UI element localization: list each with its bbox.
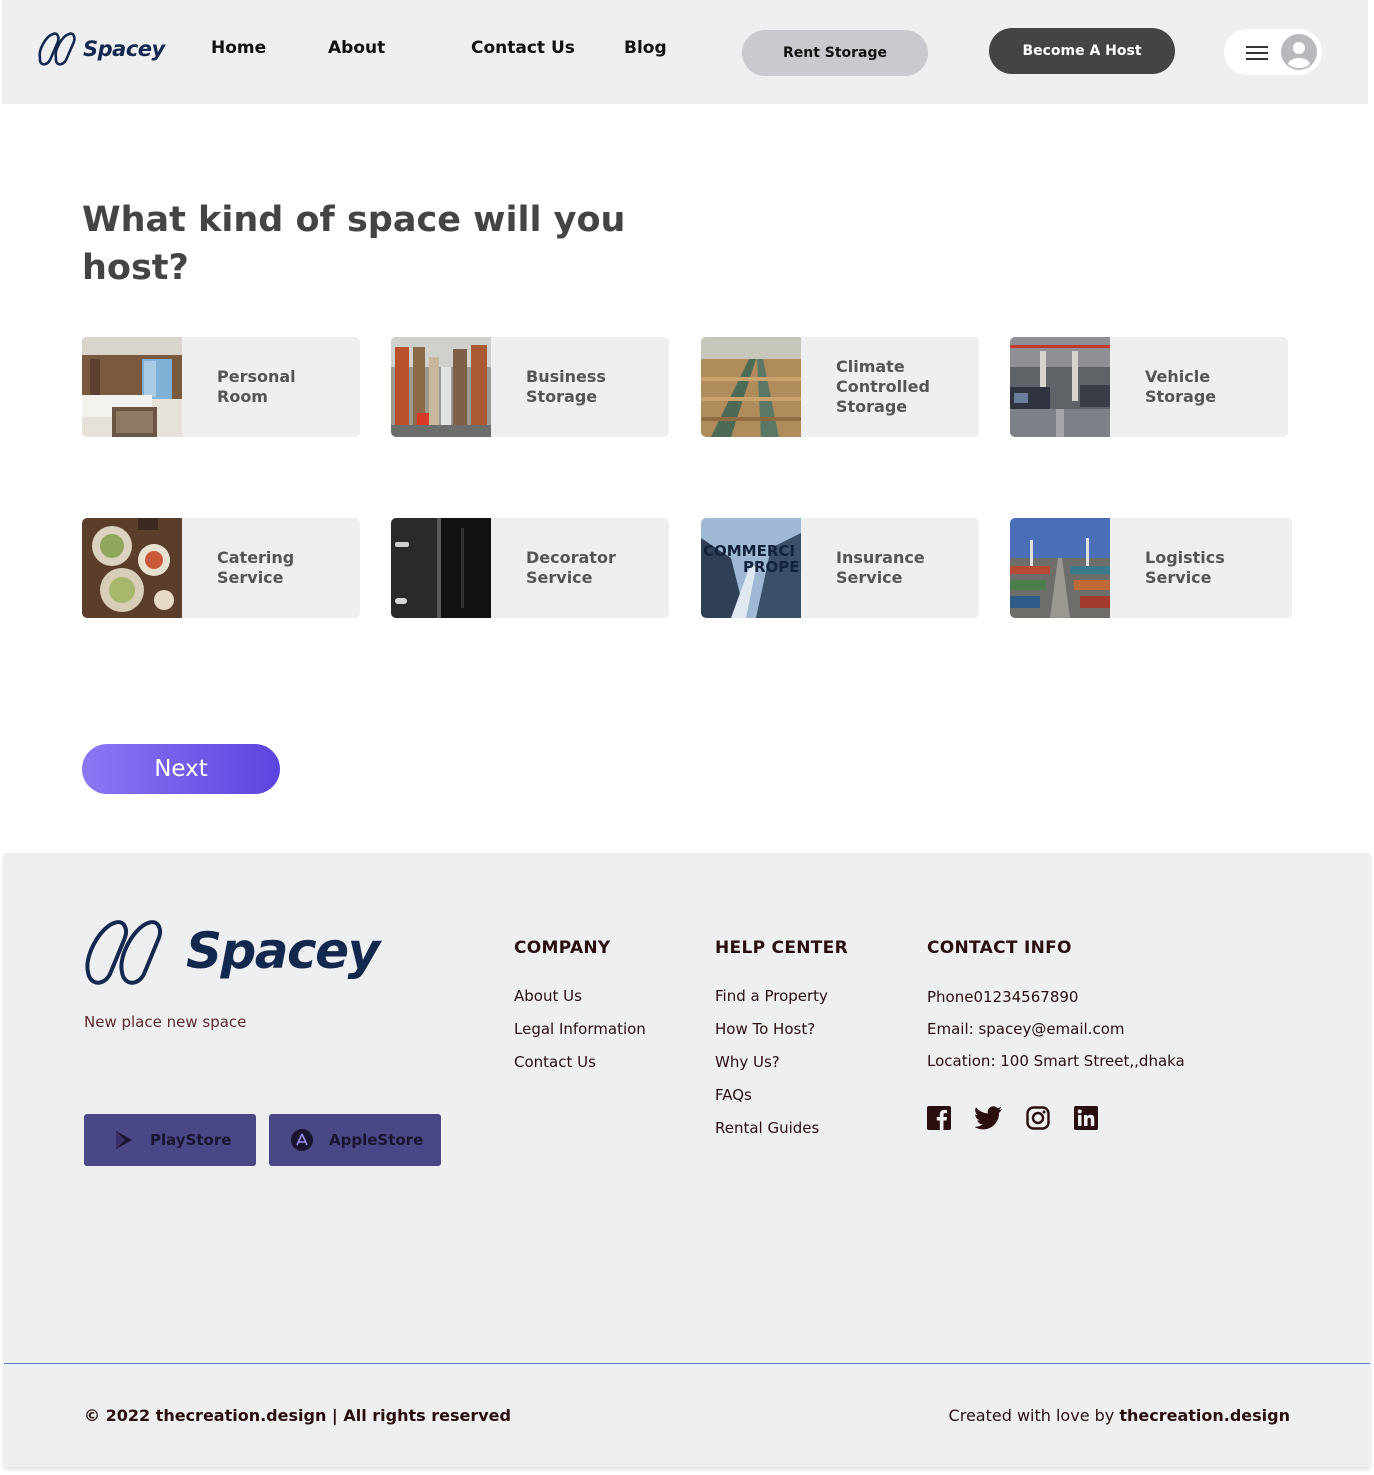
space-type-card-vehicle-storage[interactable]: Vehicle Storage bbox=[1010, 337, 1288, 437]
space-type-card-personal-room[interactable]: Personal Room bbox=[82, 337, 360, 437]
space-type-card-catering-service[interactable]: Catering Service bbox=[82, 518, 360, 618]
become-host-button[interactable]: Become A Host bbox=[989, 28, 1175, 74]
footer-divider bbox=[4, 1363, 1370, 1364]
playstore-button[interactable]: PlayStore bbox=[84, 1114, 256, 1166]
copyright-text: © 2022 thecreation.design | All rights r… bbox=[84, 1406, 511, 1425]
card-label: Personal Room bbox=[217, 367, 296, 406]
footer-brand-logo[interactable]: Spacey bbox=[82, 916, 380, 986]
applestore-label: AppleStore bbox=[329, 1131, 424, 1149]
contact-info-heading: CONTACT INFO bbox=[927, 938, 1072, 958]
company-heading: COMPANY bbox=[514, 938, 611, 958]
top-navbar: Spacey Home About Contact Us Blog Rent S… bbox=[2, 0, 1368, 104]
food-platter-photo bbox=[82, 518, 182, 618]
nav-about[interactable]: About bbox=[328, 38, 385, 58]
card-label: Catering Service bbox=[217, 548, 295, 587]
facebook-icon[interactable] bbox=[927, 1106, 951, 1130]
footer-link-about-us[interactable]: About Us bbox=[514, 987, 582, 1005]
card-label: Logistics Service bbox=[1145, 548, 1225, 587]
contact-location: Location: 100 Smart Street,,dhaka bbox=[927, 1052, 1185, 1070]
space-type-card-climate-controlled-storage[interactable]: Climate Controlled Storage bbox=[701, 337, 979, 437]
commercial-property-photo: COMMERCI PROPER bbox=[701, 518, 801, 618]
footer-link-rental-guides[interactable]: Rental Guides bbox=[715, 1119, 819, 1137]
instagram-icon[interactable] bbox=[1026, 1106, 1050, 1130]
credits-text: Created with love by thecreation.design bbox=[949, 1406, 1290, 1425]
footer-link-how-to-host[interactable]: How To Host? bbox=[715, 1020, 815, 1038]
space-type-card-business-storage[interactable]: Business Storage bbox=[391, 337, 669, 437]
footer-link-find-property[interactable]: Find a Property bbox=[715, 987, 828, 1005]
footer-logo-text: Spacey bbox=[186, 922, 380, 980]
warehouse-shelves-photo bbox=[391, 337, 491, 437]
avatar-icon bbox=[1281, 34, 1317, 70]
next-button[interactable]: Next bbox=[82, 744, 280, 794]
nav-home[interactable]: Home bbox=[211, 38, 266, 58]
logo-mark-icon bbox=[38, 32, 76, 66]
footer-link-why-us[interactable]: Why Us? bbox=[715, 1053, 780, 1071]
nav-contact-us[interactable]: Contact Us bbox=[471, 38, 575, 58]
help-center-heading: HELP CENTER bbox=[715, 938, 848, 958]
credits-link[interactable]: thecreation.design bbox=[1119, 1406, 1290, 1425]
space-type-card-decorator-service[interactable]: Decorator Service bbox=[391, 518, 669, 618]
footer-link-legal-information[interactable]: Legal Information bbox=[514, 1020, 646, 1038]
card-label: Business Storage bbox=[526, 367, 606, 406]
card-label: Insurance Service bbox=[836, 548, 925, 587]
twitter-icon[interactable] bbox=[975, 1106, 1003, 1130]
page-title: What kind of space will you host? bbox=[82, 200, 626, 288]
footer-link-contact-us[interactable]: Contact Us bbox=[514, 1053, 596, 1071]
rent-storage-button[interactable]: Rent Storage bbox=[742, 30, 928, 76]
nav-blog[interactable]: Blog bbox=[624, 38, 667, 58]
hamburger-menu-icon bbox=[1246, 46, 1268, 60]
card-label: Vehicle Storage bbox=[1145, 367, 1217, 406]
parking-garage-photo bbox=[1010, 337, 1110, 437]
app-store-icon bbox=[291, 1129, 313, 1151]
footer-tagline: New place new space bbox=[84, 1013, 247, 1031]
logo-text: Spacey bbox=[83, 37, 165, 61]
contact-email[interactable]: Email: spacey@email.com bbox=[927, 1020, 1125, 1038]
user-menu-button[interactable] bbox=[1224, 29, 1322, 75]
contact-phone: Phone01234567890 bbox=[927, 988, 1079, 1006]
container-port-photo bbox=[1010, 518, 1110, 618]
brand-logo[interactable]: Spacey bbox=[36, 30, 165, 68]
space-type-card-insurance-service[interactable]: COMMERCI PROPER Insurance Service bbox=[701, 518, 979, 618]
playstore-label: PlayStore bbox=[150, 1131, 232, 1149]
hotel-bedroom-photo bbox=[82, 337, 182, 437]
site-footer: Spacey New place new space PlayStore App… bbox=[4, 853, 1370, 1467]
footer-link-faqs[interactable]: FAQs bbox=[715, 1086, 752, 1104]
credits-prefix: Created with love by bbox=[948, 1406, 1120, 1425]
svg-text:PROPER: PROPER bbox=[743, 558, 801, 576]
applestore-button[interactable]: AppleStore bbox=[269, 1114, 441, 1166]
dark-cabinet-photo bbox=[391, 518, 491, 618]
linkedin-icon[interactable] bbox=[1074, 1106, 1098, 1130]
logo-mark-icon bbox=[85, 920, 162, 985]
card-label: Decorator Service bbox=[526, 548, 616, 587]
card-label: Climate Controlled Storage bbox=[836, 357, 930, 416]
produce-storage-photo bbox=[701, 337, 801, 437]
space-type-card-logistics-service[interactable]: Logistics Service bbox=[1010, 518, 1292, 618]
play-store-icon bbox=[114, 1130, 134, 1150]
